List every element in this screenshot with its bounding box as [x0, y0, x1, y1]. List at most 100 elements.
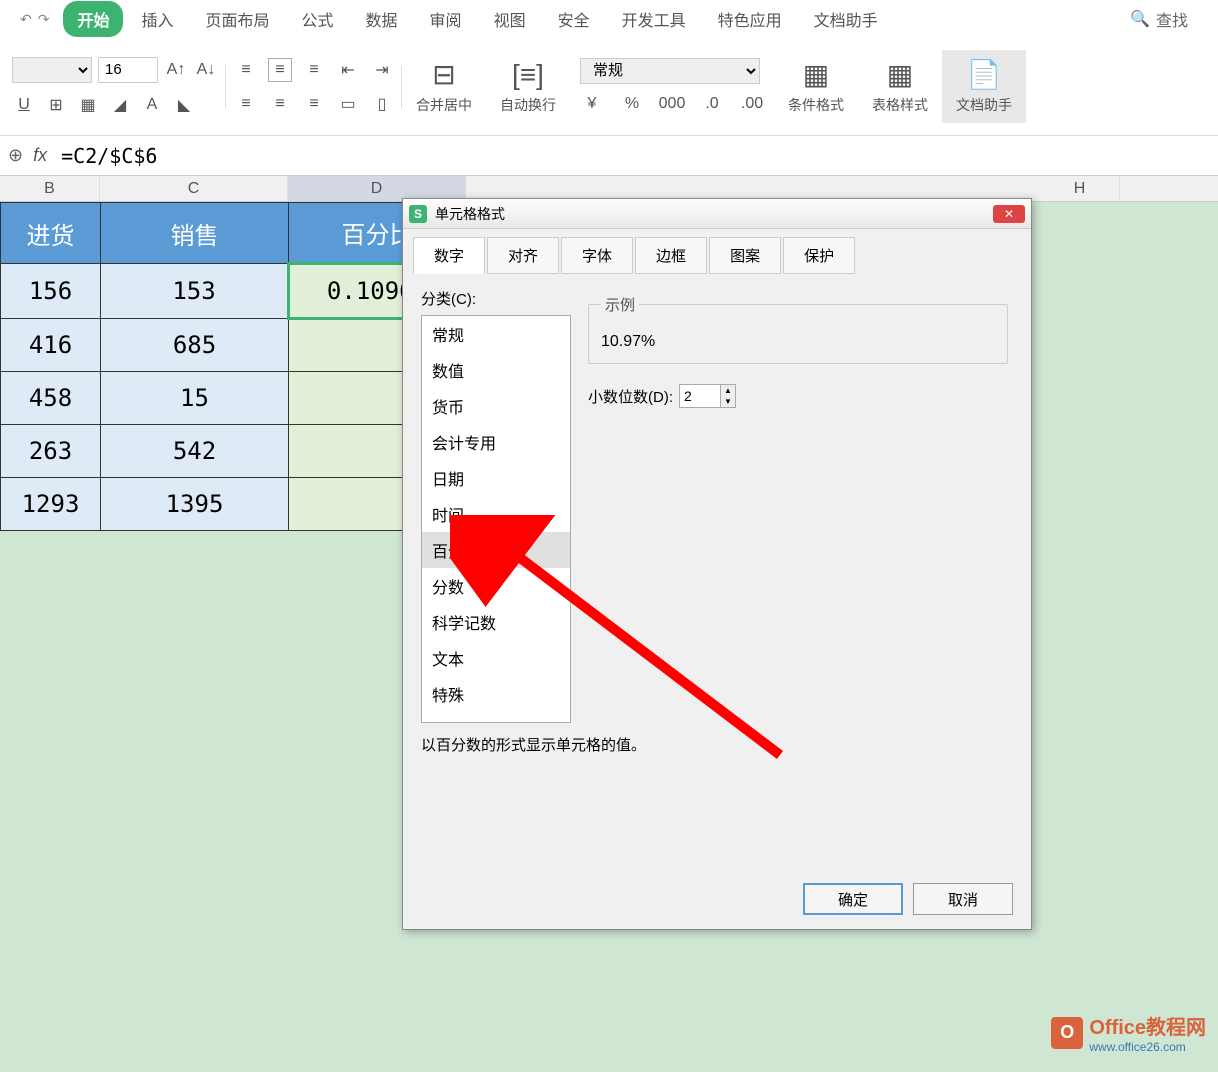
indent-inc-icon[interactable]: ⇥	[370, 58, 394, 82]
font-size-select[interactable]	[98, 57, 158, 83]
category-item[interactable]: 数值	[422, 352, 570, 388]
col-header-B[interactable]: B	[0, 176, 100, 201]
category-item-selected[interactable]: 百分比	[422, 532, 570, 568]
category-item[interactable]: 时间	[422, 496, 570, 532]
percent-icon[interactable]: %	[620, 92, 644, 116]
table-style-button[interactable]: ▦ 表格样式	[858, 50, 942, 123]
decimals-spinner[interactable]: ▲ ▼	[679, 384, 736, 408]
cell-icon[interactable]: ▦	[76, 93, 100, 117]
font-family-select[interactable]	[12, 57, 92, 83]
table-row: 263 542	[1, 425, 467, 478]
col-header-C[interactable]: C	[100, 176, 288, 201]
increase-font-icon[interactable]: A↑	[164, 58, 188, 82]
search-icon: 🔍	[1130, 9, 1150, 29]
category-item[interactable]: 会计专用	[422, 424, 570, 460]
number-format-select[interactable]: 常规	[580, 58, 760, 84]
dialog-tab-pattern[interactable]: 图案	[709, 237, 781, 274]
close-button[interactable]: ✕	[993, 205, 1025, 223]
decimals-input[interactable]	[680, 385, 720, 407]
thousands-icon[interactable]: 000	[660, 92, 684, 116]
data-table: 进货 销售 百分比 156 153 0.10967 416 685 458 15…	[0, 202, 468, 531]
conditional-format-button[interactable]: ▦ 条件格式	[774, 50, 858, 123]
tab-special[interactable]: 特色应用	[704, 1, 796, 37]
decrease-decimal-icon[interactable]: .0	[700, 92, 724, 116]
dialog-titlebar: S 单元格格式 ✕	[403, 199, 1031, 229]
category-item[interactable]: 日期	[422, 460, 570, 496]
tab-assistant[interactable]: 文档助手	[800, 1, 892, 37]
watermark-sub: www.office26.com	[1089, 1040, 1206, 1054]
align-right-icon[interactable]: ≡	[302, 92, 326, 116]
table-row: 156 153 0.10967	[1, 264, 467, 319]
dialog-tab-border[interactable]: 边框	[635, 237, 707, 274]
merge-center-button[interactable]: ⊟ 合并居中	[402, 50, 486, 123]
indent-dec-icon[interactable]: ⇤	[336, 58, 360, 82]
category-item[interactable]: 分数	[422, 568, 570, 604]
example-box: 示例 10.97%	[588, 294, 1008, 364]
currency-icon[interactable]: ¥	[580, 92, 604, 116]
watermark-main: Office教程网	[1089, 1011, 1206, 1040]
wrap-icon: [≡]	[512, 59, 544, 91]
wrap-text-button[interactable]: [≡] 自动换行	[486, 51, 570, 123]
fx-icon[interactable]: fx	[33, 145, 47, 166]
table-style-icon: ▦	[887, 58, 913, 91]
dialog-tab-protect[interactable]: 保护	[783, 237, 855, 274]
header-C[interactable]: 销售	[101, 203, 289, 264]
tab-layout[interactable]: 页面布局	[192, 1, 284, 37]
table-row: 1293 1395	[1, 478, 467, 531]
undo-icon[interactable]: ↶	[20, 11, 32, 28]
tab-view[interactable]: 视图	[480, 1, 540, 37]
increase-decimal-icon[interactable]: .00	[740, 92, 764, 116]
underline-icon[interactable]: U	[12, 93, 36, 117]
watermark-logo-icon: O	[1051, 1017, 1083, 1049]
table-row: 416 685	[1, 319, 467, 372]
cancel-button[interactable]: 取消	[913, 883, 1013, 915]
ok-button[interactable]: 确定	[803, 883, 903, 915]
redo-icon[interactable]: ↷	[38, 11, 50, 28]
search-box[interactable]: 🔍 查找	[1130, 7, 1188, 31]
ribbon-tabs: ↶ ↷ 开始 插入 页面布局 公式 数据 审阅 视图 安全 开发工具 特色应用 …	[0, 0, 1218, 38]
align-left-icon[interactable]: ≡	[234, 92, 258, 116]
decrease-font-icon[interactable]: A↓	[194, 58, 218, 82]
tab-review[interactable]: 审阅	[416, 1, 476, 37]
dialog-tab-font[interactable]: 字体	[561, 237, 633, 274]
merge-v-icon[interactable]: ▯	[370, 92, 394, 116]
decimals-row: 小数位数(D): ▲ ▼	[588, 384, 736, 408]
category-item[interactable]: 特殊	[422, 676, 570, 712]
category-list[interactable]: 常规 数值 货币 会计专用 日期 时间 百分比 分数 科学记数 文本 特殊 自定…	[421, 315, 571, 723]
align-bottom-icon[interactable]: ≡	[302, 58, 326, 82]
category-item[interactable]: 货币	[422, 388, 570, 424]
header-B[interactable]: 进货	[1, 203, 101, 264]
category-item[interactable]: 自定义	[422, 712, 570, 723]
tab-security[interactable]: 安全	[544, 1, 604, 37]
tab-formula[interactable]: 公式	[288, 1, 348, 37]
border-icon[interactable]: ⊞	[44, 93, 68, 117]
toolbar: A↑ A↓ U ⊞ ▦ ◢ A ◣ ≡ ≡ ≡ ⇤ ⇥ ≡ ≡ ≡ ▭ ▯ ⊟ …	[0, 38, 1218, 136]
fill-color-icon[interactable]: ◢	[108, 93, 132, 117]
align-middle-icon[interactable]: ≡	[268, 58, 292, 82]
col-header-H[interactable]: H	[1040, 176, 1120, 202]
tab-start[interactable]: 开始	[63, 1, 123, 37]
tab-data[interactable]: 数据	[352, 1, 412, 37]
align-top-icon[interactable]: ≡	[234, 58, 258, 82]
doc-assistant-button[interactable]: 📄 文档助手	[942, 50, 1026, 123]
align-center-icon[interactable]: ≡	[268, 92, 292, 116]
category-item[interactable]: 文本	[422, 640, 570, 676]
example-label: 示例	[601, 294, 639, 315]
cell-format-dialog: S 单元格格式 ✕ 数字 对齐 字体 边框 图案 保护 分类(C): 常规 数值…	[402, 198, 1032, 930]
highlight-icon[interactable]: ◣	[172, 93, 196, 117]
tab-insert[interactable]: 插入	[127, 1, 187, 37]
zoom-icon[interactable]: ⊕	[8, 145, 23, 166]
dialog-tabs: 数字 对齐 字体 边框 图案 保护	[403, 229, 1031, 274]
spinner-up-icon[interactable]: ▲	[721, 385, 735, 396]
decimals-label: 小数位数(D):	[588, 386, 673, 407]
category-item[interactable]: 常规	[422, 316, 570, 352]
font-color-icon[interactable]: A	[140, 93, 164, 117]
merge-h-icon[interactable]: ▭	[336, 92, 360, 116]
spinner-down-icon[interactable]: ▼	[721, 396, 735, 407]
tab-dev[interactable]: 开发工具	[608, 1, 700, 37]
category-item[interactable]: 科学记数	[422, 604, 570, 640]
table-row: 458 15	[1, 372, 467, 425]
dialog-tab-align[interactable]: 对齐	[487, 237, 559, 274]
formula-input[interactable]	[57, 140, 1218, 172]
dialog-tab-number[interactable]: 数字	[413, 237, 485, 274]
